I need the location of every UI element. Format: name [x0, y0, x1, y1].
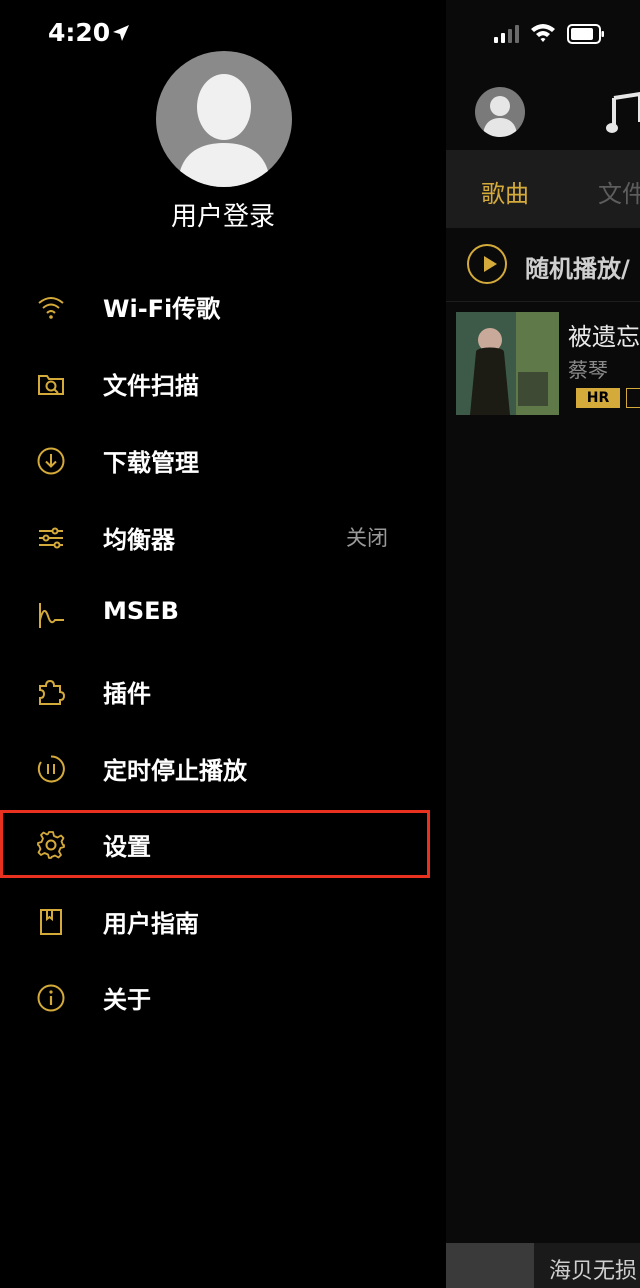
info-icon	[37, 984, 65, 1012]
library-tabbar: 歌曲 文件	[446, 150, 640, 228]
menu-label: 文件扫描	[103, 372, 199, 400]
menu-label: 均衡器	[103, 526, 175, 554]
wifi-icon	[38, 297, 64, 319]
song-title: 被遗忘	[568, 323, 640, 351]
album-art	[456, 312, 559, 415]
menu-item-file-scan[interactable]: 文件扫描	[0, 354, 430, 414]
song-list-item[interactable]: 被遗忘 蔡琴 HR	[446, 302, 640, 422]
side-drawer: 用户登录 Wi-Fi传歌 文件扫描 下载管理 均衡器 关闭 MSEB 插件 定时…	[0, 0, 446, 1288]
menu-item-about[interactable]: 关于	[0, 968, 430, 1028]
cellular-signal-icon	[494, 25, 519, 43]
menu-item-equalizer[interactable]: 均衡器 关闭	[0, 508, 430, 568]
settings-highlight-box	[0, 810, 430, 878]
main-screen-background: 歌曲 文件 随机播放/ 被遗忘 蔡琴 HR 海贝无损	[446, 0, 640, 1288]
tab-files[interactable]: 文件	[598, 174, 640, 209]
puzzle-icon	[39, 679, 66, 705]
download-icon	[37, 447, 65, 475]
user-avatar[interactable]	[156, 51, 292, 187]
wifi-status-icon	[531, 24, 555, 42]
battery-icon	[567, 24, 604, 44]
header-avatar[interactable]	[475, 87, 525, 137]
menu-label: MSEB	[103, 597, 179, 625]
menu-item-sleep-timer[interactable]: 定时停止播放	[0, 739, 430, 799]
location-arrow-icon	[113, 25, 129, 41]
quality-badge	[626, 388, 640, 408]
mseb-wave-icon	[39, 603, 64, 628]
song-artist: 蔡琴	[568, 358, 608, 382]
play-circle-icon[interactable]	[467, 244, 507, 284]
book-icon	[40, 909, 62, 935]
status-time: 4:20	[48, 18, 111, 47]
menu-label: 用户指南	[103, 910, 199, 938]
menu-item-user-guide[interactable]: 用户指南	[0, 892, 430, 952]
status-bar: 4:20	[0, 0, 640, 70]
mini-player[interactable]: 海贝无损	[446, 1243, 640, 1288]
menu-label: Wi-Fi传歌	[103, 295, 221, 323]
shuffle-play-row[interactable]: 随机播放/	[446, 235, 640, 295]
menu-item-wifi-transfer[interactable]: Wi-Fi传歌	[0, 277, 430, 337]
tab-songs[interactable]: 歌曲	[481, 174, 529, 209]
mini-player-thumbnail	[446, 1243, 534, 1288]
menu-item-download-manager[interactable]: 下载管理	[0, 431, 430, 491]
mini-player-title: 海贝无损	[549, 1259, 638, 1284]
music-note-icon[interactable]	[606, 91, 640, 136]
equalizer-icon	[39, 527, 63, 549]
menu-label: 定时停止播放	[103, 757, 247, 785]
menu-item-plugins[interactable]: 插件	[0, 662, 430, 722]
shuffle-play-label: 随机播放/	[525, 255, 630, 283]
hr-badge: HR	[576, 388, 620, 408]
timer-pause-icon	[37, 755, 65, 783]
app-screen: 歌曲 文件 随机播放/ 被遗忘 蔡琴 HR 海贝无损 用户登录 Wi-Fi传歌 …	[0, 0, 640, 1288]
menu-label: 下载管理	[103, 449, 199, 477]
equalizer-status: 关闭	[346, 526, 388, 550]
menu-item-mseb[interactable]: MSEB	[0, 585, 430, 645]
menu-label: 插件	[103, 680, 151, 708]
login-label[interactable]: 用户登录	[0, 196, 446, 233]
folder-search-icon	[38, 375, 64, 395]
menu-label: 关于	[103, 986, 151, 1014]
